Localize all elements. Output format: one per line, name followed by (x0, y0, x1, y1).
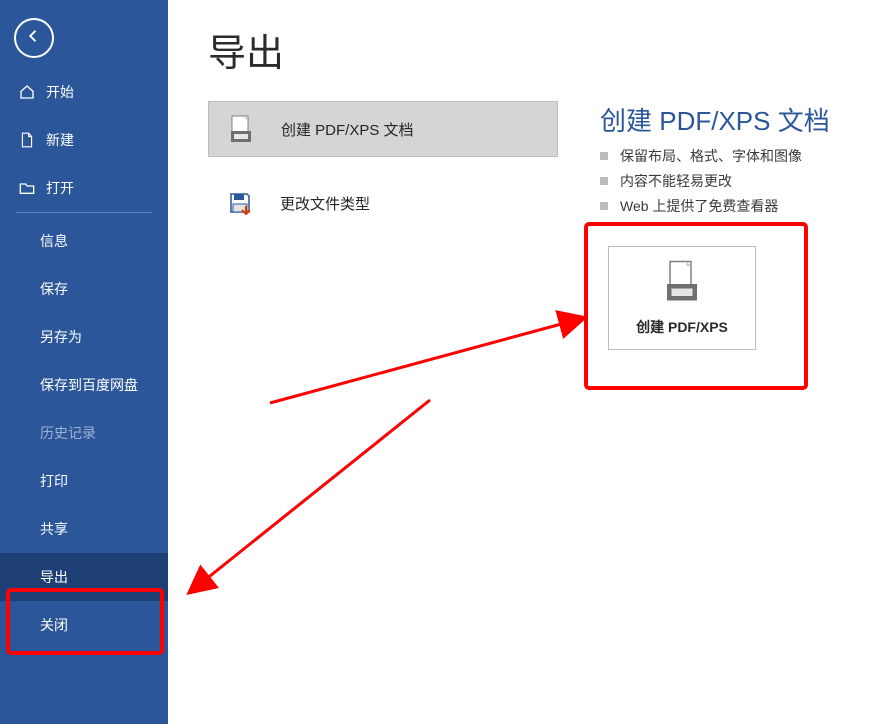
sidebar-item-label: 信息 (40, 231, 68, 251)
right-panel: 创建 PDF/XPS 文档 保留布局、格式、字体和图像 内容不能轻易更改 Web… (600, 101, 882, 350)
option-label: 创建 PDF/XPS 文档 (281, 119, 414, 140)
backstage-sidebar: 开始 新建 打开 信息 保存 另存为 保存到百度网盘 历史记录 (0, 0, 168, 724)
folder-open-icon (18, 181, 36, 195)
back-button[interactable] (14, 18, 54, 58)
sidebar-item-open[interactable]: 打开 (0, 164, 168, 212)
sidebar-item-save[interactable]: 保存 (0, 265, 168, 313)
file-icon (18, 132, 36, 148)
sidebar-item-label: 开始 (46, 82, 74, 102)
sidebar-item-new[interactable]: 新建 (0, 116, 168, 164)
sidebar-item-label: 另存为 (40, 327, 82, 347)
sidebar-item-label: 保存 (40, 279, 68, 299)
option-change-file-type[interactable]: 更改文件类型 (208, 175, 558, 231)
feature-item: 保留布局、格式、字体和图像 (600, 146, 882, 166)
feature-item: 内容不能轻易更改 (600, 171, 882, 191)
page-title: 导出 (208, 22, 882, 77)
save-disk-icon (226, 191, 254, 215)
sidebar-item-export[interactable]: 导出 (0, 553, 168, 601)
sidebar-item-label: 打印 (40, 471, 68, 491)
create-pdf-xps-button[interactable]: 创建 PDF/XPS (608, 246, 756, 350)
content-area: 导出 创建 PDF/XPS 文档 (168, 0, 896, 724)
export-option-list: 创建 PDF/XPS 文档 更改文件类型 (208, 101, 558, 350)
sidebar-item-close[interactable]: 关闭 (0, 601, 168, 649)
sidebar-item-label: 历史记录 (40, 423, 96, 443)
sidebar-item-label: 关闭 (40, 615, 68, 635)
feature-list: 保留布局、格式、字体和图像 内容不能轻易更改 Web 上提供了免费查看器 (600, 146, 882, 216)
sidebar-item-home[interactable]: 开始 (0, 68, 168, 116)
pdf-xps-large-icon (664, 260, 700, 307)
option-label: 更改文件类型 (280, 193, 370, 214)
sidebar-item-print[interactable]: 打印 (0, 457, 168, 505)
pdf-xps-icon (227, 115, 255, 143)
sidebar-item-label: 新建 (46, 130, 74, 150)
sidebar-item-history: 历史记录 (0, 409, 168, 457)
sidebar-item-label: 保存到百度网盘 (40, 375, 138, 395)
feature-item: Web 上提供了免费查看器 (600, 196, 882, 216)
home-icon (18, 84, 36, 100)
create-button-label: 创建 PDF/XPS (636, 317, 728, 337)
sidebar-item-saveas[interactable]: 另存为 (0, 313, 168, 361)
sidebar-item-label: 导出 (40, 567, 68, 587)
sidebar-item-label: 打开 (46, 178, 74, 198)
right-panel-title: 创建 PDF/XPS 文档 (600, 101, 882, 138)
back-arrow-icon (25, 27, 43, 50)
sidebar-item-save-baidu[interactable]: 保存到百度网盘 (0, 361, 168, 409)
sidebar-item-share[interactable]: 共享 (0, 505, 168, 553)
sidebar-divider (16, 212, 152, 213)
option-create-pdf-xps[interactable]: 创建 PDF/XPS 文档 (208, 101, 558, 157)
sidebar-item-label: 共享 (40, 519, 68, 539)
sidebar-item-info[interactable]: 信息 (0, 217, 168, 265)
